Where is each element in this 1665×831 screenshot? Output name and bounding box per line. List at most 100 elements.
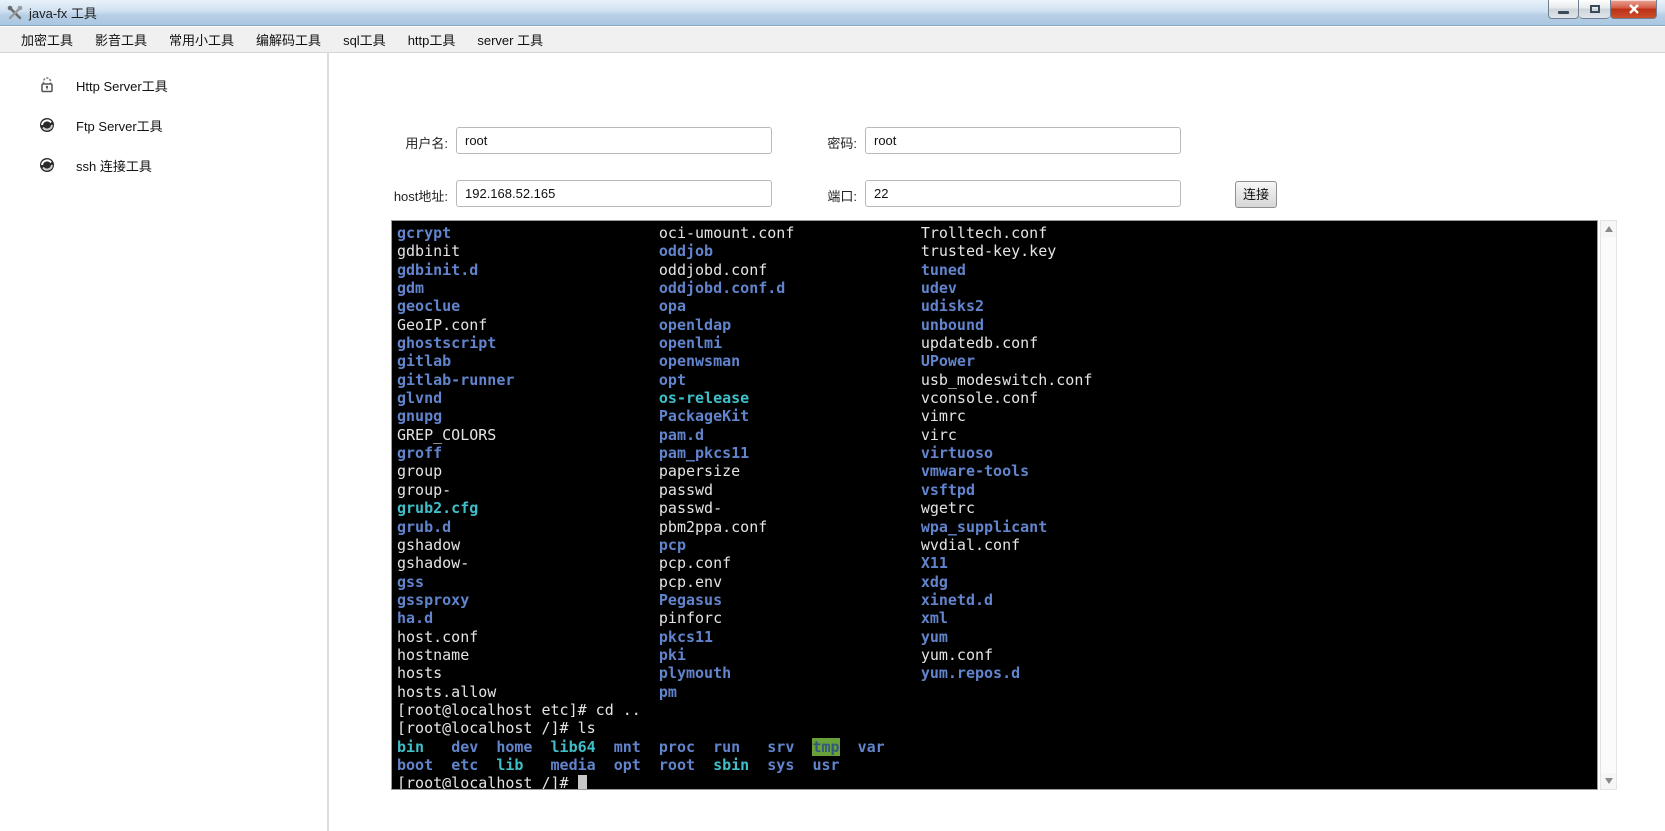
file-name: home (496, 738, 532, 756)
terminal-line: host.conf pkcs11 yum (397, 628, 1597, 646)
port-label: 端口: (738, 186, 857, 205)
file-name: srv (767, 738, 794, 756)
file-name: glvnd (397, 389, 659, 407)
file-name: Pegasus (659, 591, 921, 609)
file-name: os-release (659, 389, 921, 407)
sync-icon (38, 156, 56, 174)
file-name: usr (812, 756, 839, 774)
menu-item[interactable]: 影音工具 (84, 26, 158, 53)
file-name: host.conf (397, 628, 659, 646)
file-name: dev (451, 738, 478, 756)
minimize-button[interactable] (1548, 0, 1579, 19)
ssh-terminal-output[interactable]: gcrypt oci-umount.conf Trolltech.conf gdb… (391, 220, 1598, 790)
file-name: opt (659, 371, 921, 389)
menu-item[interactable]: server 工具 (466, 26, 554, 53)
terminal-line: [root@localhost /]# ls (397, 719, 1597, 737)
terminal-text: [root@localhost /]# (397, 774, 578, 790)
terminal-line: groff pam_pkcs11 virtuoso (397, 444, 1597, 462)
terminal-line: gshadow- pcp.conf X11 (397, 554, 1597, 572)
terminal-text (641, 738, 659, 756)
file-name: tuned (921, 261, 966, 279)
file-name: opa (659, 297, 921, 315)
terminal-text (478, 738, 496, 756)
file-name: gitlab-runner (397, 371, 659, 389)
file-name: gshadow (397, 536, 659, 554)
close-button[interactable] (1610, 0, 1657, 19)
file-name: virc (921, 426, 957, 444)
file-name: pm (659, 683, 677, 701)
sidebar-item[interactable]: ssh 连接工具 (0, 145, 327, 185)
terminal-line: ghostscript openlmi updatedb.conf (397, 334, 1597, 352)
file-name: trusted-key.key (921, 242, 1056, 260)
file-name: pki (659, 646, 921, 664)
file-name: groff (397, 444, 659, 462)
password-input[interactable] (865, 127, 1181, 154)
terminal-text: [root@localhost etc]# cd .. (397, 701, 641, 719)
file-name: xml (921, 609, 948, 627)
file-name: tmp (812, 738, 839, 756)
terminal-scrollbar[interactable] (1600, 220, 1617, 790)
file-name: gdbinit.d (397, 261, 659, 279)
file-name: hostname (397, 646, 659, 664)
maximize-button[interactable] (1579, 0, 1610, 19)
sidebar-item[interactable]: Http Server工具 (0, 65, 327, 105)
file-name: gshadow- (397, 554, 659, 572)
file-name: proc (659, 738, 695, 756)
file-name: mnt (614, 738, 641, 756)
file-name: wvdial.conf (921, 536, 1020, 554)
file-name: pam_pkcs11 (659, 444, 921, 462)
menu-item[interactable]: http工具 (397, 26, 467, 53)
file-name: yum.conf (921, 646, 993, 664)
terminal-text (695, 756, 713, 774)
terminal-text (424, 738, 451, 756)
menu-item[interactable]: 加密工具 (10, 26, 84, 53)
sidebar-item-label: Http Server工具 (76, 76, 168, 95)
file-name: pinforc (659, 609, 921, 627)
scroll-up-button[interactable] (1601, 221, 1616, 237)
file-name: ghostscript (397, 334, 659, 352)
sidebar-item[interactable]: Ftp Server工具 (0, 105, 327, 145)
file-name: gdm (397, 279, 659, 297)
file-name: virtuoso (921, 444, 993, 462)
file-name: gss (397, 573, 659, 591)
username-input[interactable] (456, 127, 772, 154)
terminal-line: gcrypt oci-umount.conf Trolltech.conf (397, 224, 1597, 242)
file-name: ha.d (397, 609, 659, 627)
file-name: hosts.allow (397, 683, 659, 701)
file-name: boot (397, 756, 433, 774)
arrow-up-icon (1605, 226, 1613, 232)
terminal-line: ha.d pinforc xml (397, 609, 1597, 627)
file-name: sbin (713, 756, 749, 774)
app-window: java-fx 工具 加密工具影音工具常用小工具编解码工具sql工具http工具… (0, 0, 1665, 831)
file-name: group (397, 462, 659, 480)
file-name: openldap (659, 316, 921, 334)
file-name: pam.d (659, 426, 921, 444)
terminal-line: geoclue opa udisks2 (397, 297, 1597, 315)
connect-button[interactable]: 连接 (1235, 181, 1277, 208)
host-input[interactable] (456, 180, 772, 207)
file-name: xinetd.d (921, 591, 993, 609)
menu-item[interactable]: 编解码工具 (245, 26, 332, 53)
terminal-line: group papersize vmware-tools (397, 462, 1597, 480)
terminal-line: gitlab openwsman UPower (397, 352, 1597, 370)
file-name: gnupg (397, 407, 659, 425)
file-name: plymouth (659, 664, 921, 682)
terminal-line: GeoIP.conf openldap unbound (397, 316, 1597, 334)
menu-item[interactable]: sql工具 (332, 26, 397, 53)
file-name: wpa_supplicant (921, 518, 1047, 536)
file-name: lib (496, 756, 523, 774)
terminal-line: [root@localhost /]# (397, 774, 1597, 790)
password-label: 密码: (738, 133, 857, 152)
terminal-line: hosts.allow pm (397, 683, 1597, 701)
sidebar-item-label: ssh 连接工具 (76, 156, 152, 175)
scroll-down-button[interactable] (1601, 773, 1616, 789)
file-name: UPower (921, 352, 975, 370)
menu-item[interactable]: 常用小工具 (158, 26, 245, 53)
file-name: lib64 (551, 738, 596, 756)
terminal-line: gdm oddjobd.conf.d udev (397, 279, 1597, 297)
terminal-cursor (578, 775, 587, 790)
username-label: 用户名: (329, 133, 448, 152)
terminal-line: bin dev home lib64 mnt proc run srv tmp … (397, 738, 1597, 756)
port-input[interactable] (865, 180, 1181, 207)
terminal-line: GREP_COLORS pam.d virc (397, 426, 1597, 444)
